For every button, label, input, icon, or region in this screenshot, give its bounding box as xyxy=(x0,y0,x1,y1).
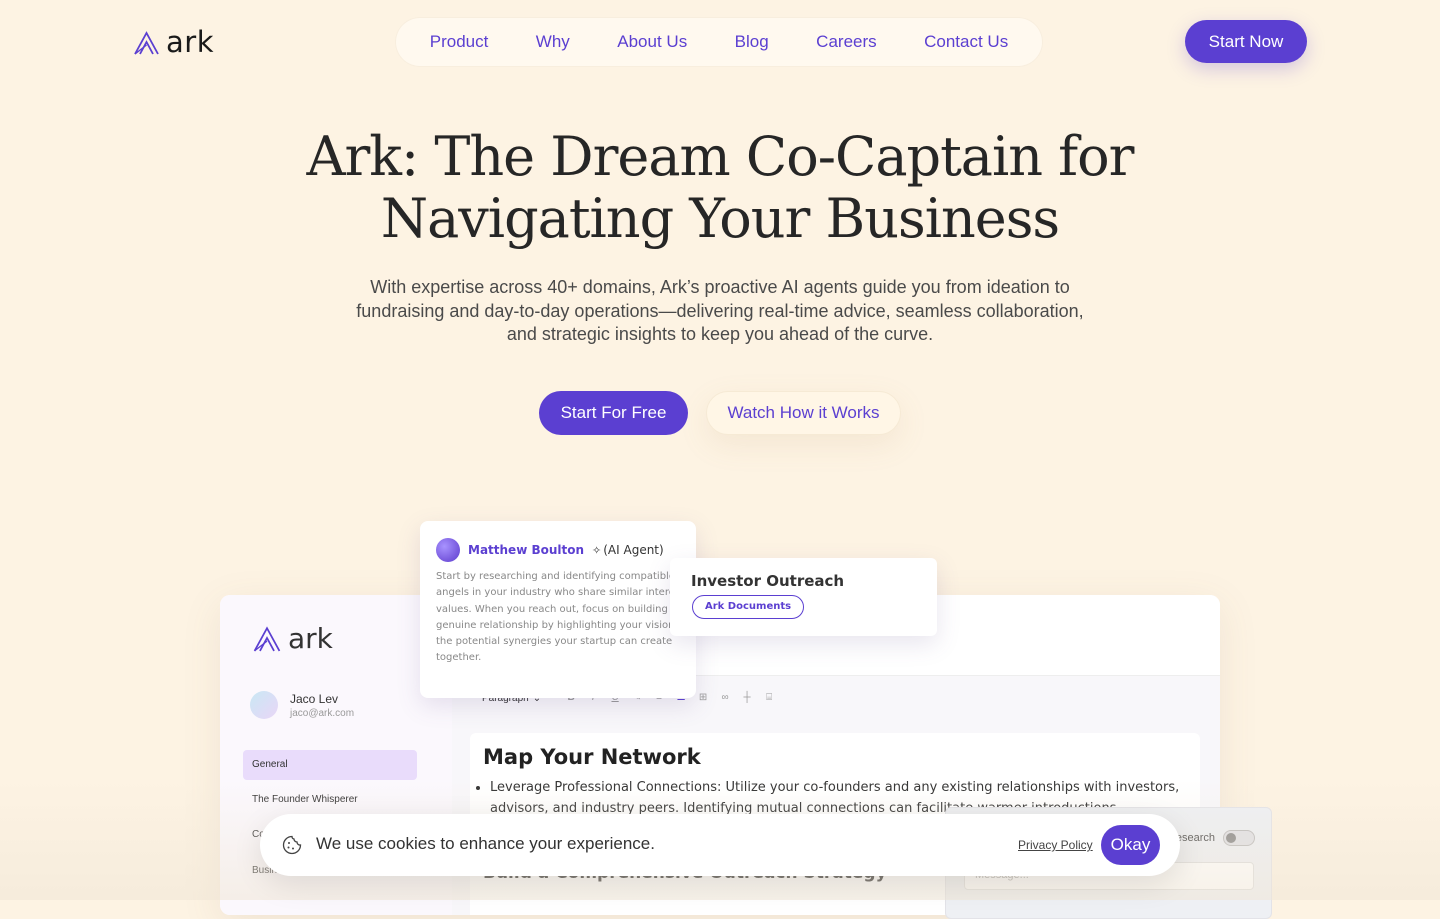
sparkle-icon: ✧ xyxy=(592,544,602,557)
cookie-icon xyxy=(282,835,302,855)
nav-careers[interactable]: Careers xyxy=(816,32,876,52)
cookie-banner: We use cookies to enhance your experienc… xyxy=(260,814,1180,876)
ark-logo-icon xyxy=(253,626,281,652)
table-icon[interactable]: ⊞ xyxy=(697,692,709,704)
sidebar-item-founder-whisperer[interactable]: The Founder Whisperer xyxy=(243,785,417,815)
watch-how-it-works-button[interactable]: Watch How it Works xyxy=(706,391,901,435)
user-name: Jaco Lev xyxy=(290,691,339,706)
user-email: jaco@ark.com xyxy=(290,707,355,719)
hero-title-line-2: Navigating Your Business xyxy=(380,187,1060,250)
app-logo-text: ark xyxy=(288,622,333,655)
ark-logo-icon xyxy=(134,30,159,55)
hero-subtitle: With expertise across 40+ domains, Ark’s… xyxy=(356,277,1084,344)
user-profile[interactable]: Jaco Lev jaco@ark.com xyxy=(250,691,354,719)
app-logo: ark xyxy=(252,625,333,653)
agent-message-card: Matthew Boulton ✧ (AI Agent) Start by re… xyxy=(420,521,696,698)
logo[interactable]: ark xyxy=(133,28,214,57)
divider-icon[interactable]: ┼ xyxy=(741,692,753,704)
code-block-icon[interactable]: ⌸ xyxy=(763,692,775,704)
agent-name: Matthew Boulton xyxy=(468,543,585,557)
ark-documents-tag[interactable]: Ark Documents xyxy=(692,595,805,619)
nav-why[interactable]: Why xyxy=(536,32,570,52)
nav-product[interactable]: Product xyxy=(430,32,489,52)
nav-about-us[interactable]: About Us xyxy=(617,32,687,52)
cookie-text: We use cookies to enhance your experienc… xyxy=(316,834,655,853)
nav-blog[interactable]: Blog xyxy=(735,32,769,52)
research-toggle[interactable] xyxy=(1223,830,1255,846)
avatar xyxy=(250,691,278,719)
link-icon[interactable]: ∞ xyxy=(719,692,731,704)
nav-contact-us[interactable]: Contact Us xyxy=(924,32,1008,52)
agent-tag: (AI Agent) xyxy=(603,543,664,557)
start-now-button[interactable]: Start Now xyxy=(1185,20,1307,63)
hero-title-line-1: Ark: The Dream Co-Captain for xyxy=(306,125,1134,188)
main-nav: Product Why About Us Blog Careers Contac… xyxy=(396,18,1042,66)
agent-header: Matthew Boulton ✧ (AI Agent) xyxy=(436,538,664,562)
logo-text: ark xyxy=(166,25,214,59)
outreach-title: Investor Outreach xyxy=(691,572,845,590)
agent-message: Start by researching and identifying com… xyxy=(436,571,696,664)
doc-heading: Map Your Network xyxy=(483,745,701,769)
agent-avatar xyxy=(436,538,460,562)
start-for-free-button[interactable]: Start For Free xyxy=(539,391,688,435)
sidebar-item-general[interactable]: General xyxy=(243,750,417,780)
research-toggle-label: esearch xyxy=(1175,832,1215,844)
hero-title: Ark: The Dream Co-Captain for Navigating… xyxy=(0,126,1440,250)
investor-outreach-card: Investor Outreach Ark Documents xyxy=(670,558,937,636)
privacy-policy-link[interactable]: Privacy Policy xyxy=(1018,838,1093,852)
okay-button[interactable]: Okay xyxy=(1101,825,1160,865)
